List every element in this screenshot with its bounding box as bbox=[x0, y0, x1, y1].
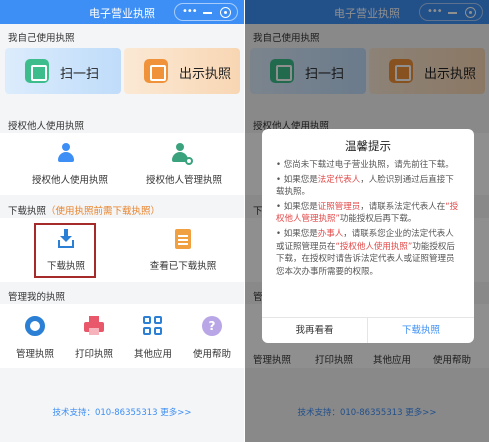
other-apps-button[interactable]: 其他应用 bbox=[134, 316, 172, 360]
manage-panel: 管理执照 打印执照 其他应用 ? 使用帮助 bbox=[0, 304, 244, 368]
printer-icon bbox=[84, 316, 104, 336]
manage-license-button[interactable]: 管理执照 bbox=[16, 316, 54, 360]
dialog-line-2: • 如果您是法定代表人，人脸识别通过后直接下载执照。 bbox=[276, 174, 454, 198]
section-download: 下载执照（使用执照前需下载执照） bbox=[8, 203, 160, 217]
role-agent: 办事人 bbox=[317, 228, 344, 239]
gear-icon bbox=[25, 316, 45, 336]
authorize-use-label: 授权他人使用执照 bbox=[32, 175, 109, 186]
dialog-body: • 您尚未下载过电子营业执照，请先前往下载。 • 如果您是法定代表人，人脸识别通… bbox=[276, 159, 462, 280]
person-icon bbox=[57, 143, 75, 163]
warm-tip-dialog: 温馨提示 • 您尚未下载过电子营业执照，请先前往下载。 • 如果您是法定代表人，… bbox=[262, 129, 474, 343]
section-manage: 管理我的执照 bbox=[8, 292, 66, 303]
authorize-panel: 授权他人使用执照 授权他人管理执照 bbox=[0, 133, 244, 195]
print-license-label: 打印执照 bbox=[74, 349, 113, 360]
dialog-footer: 我再看看 下载执照 bbox=[262, 317, 474, 343]
dialog-download-button[interactable]: 下载执照 bbox=[368, 318, 474, 343]
more-link[interactable]: 更多>> bbox=[160, 408, 191, 418]
support-phone: 技术支持：010-86355313 bbox=[52, 408, 158, 418]
modal-screen: 电子营业执照 ••• 我自己使用执照 扫一扫 出示执照 授权他人使用执照 下载执… bbox=[245, 0, 489, 442]
person-gear-icon bbox=[171, 143, 193, 165]
manage-license-label: 管理执照 bbox=[15, 349, 54, 360]
highlight-box bbox=[34, 223, 96, 278]
help-icon: ? bbox=[202, 316, 222, 336]
print-license-button[interactable]: 打印执照 bbox=[75, 316, 113, 360]
section-download-title: 下载执照 bbox=[8, 206, 47, 217]
other-apps-label: 其他应用 bbox=[133, 349, 172, 360]
view-downloaded-label: 查看已下载执照 bbox=[149, 261, 217, 272]
role-legal-rep: 法定代表人 bbox=[317, 174, 361, 185]
help-label: 使用帮助 bbox=[192, 349, 231, 360]
authorize-manage-button[interactable]: 授权他人管理执照 bbox=[146, 143, 222, 187]
dialog-line-1: • 您尚未下载过电子营业执照，请先前往下载。 bbox=[276, 160, 454, 170]
scan-card[interactable]: 扫一扫 bbox=[5, 48, 121, 94]
dialog-line-4: • 如果您是办事人，请联系您企业的法定代表人或证照管理员在“授权他人使用执照”功… bbox=[276, 228, 455, 277]
document-icon bbox=[175, 229, 191, 249]
qr-scan-icon bbox=[25, 59, 49, 83]
dialog-line-3: • 如果您是证照管理员，请联系法定代表人在“授权他人管理执照”功能授权后再下载。 bbox=[276, 201, 459, 225]
minimize-icon[interactable] bbox=[203, 12, 212, 14]
support-footer: 技术支持：010-86355313 更多>> bbox=[0, 406, 244, 418]
close-icon[interactable] bbox=[220, 7, 231, 18]
role-license-admin: 证照管理员 bbox=[317, 201, 361, 212]
show-license-card[interactable]: 出示执照 bbox=[124, 48, 240, 94]
authorize-manage-label: 授权他人管理执照 bbox=[146, 175, 223, 186]
section-mine: 我自己使用执照 bbox=[8, 33, 75, 44]
dialog-cancel-button[interactable]: 我再看看 bbox=[262, 318, 368, 343]
download-note: （使用执照前需下载执照） bbox=[46, 206, 161, 217]
license-card-icon bbox=[144, 59, 168, 83]
view-downloaded-button[interactable]: 查看已下载执照 bbox=[150, 229, 216, 273]
section-authorize: 授权他人使用执照 bbox=[8, 121, 85, 132]
dialog-title: 温馨提示 bbox=[345, 139, 391, 153]
main-screen: 电子营业执照 ••• 我自己使用执照 扫一扫 出示执照 授权他人使用执照 授权他… bbox=[0, 0, 244, 442]
mini-program-capsule: ••• bbox=[174, 3, 238, 21]
title-bar: 电子营业执照 ••• bbox=[0, 0, 244, 24]
help-button[interactable]: ? 使用帮助 bbox=[193, 316, 231, 360]
authorize-use-button[interactable]: 授权他人使用执照 bbox=[32, 143, 108, 187]
func-authorize-use: “授权他人使用执照” bbox=[335, 241, 413, 252]
show-license-label: 出示执照 bbox=[179, 67, 232, 82]
more-icon[interactable]: ••• bbox=[182, 6, 198, 18]
grid-icon bbox=[143, 316, 163, 336]
scan-label: 扫一扫 bbox=[60, 67, 100, 82]
